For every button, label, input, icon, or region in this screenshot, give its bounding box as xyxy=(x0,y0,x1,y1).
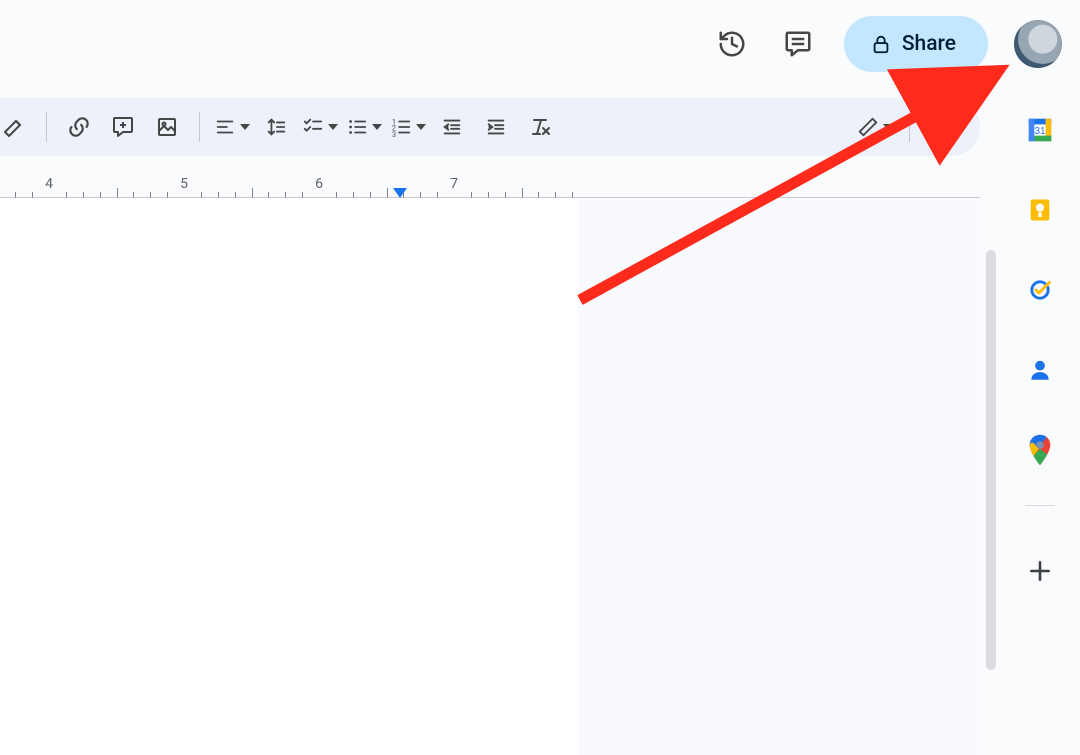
toolbar-separator xyxy=(46,112,47,142)
increase-indent-button[interactable] xyxy=(476,107,516,147)
align-left-icon xyxy=(214,116,236,138)
horizontal-ruler[interactable]: 4 5 6 7 xyxy=(0,168,980,198)
link-icon xyxy=(66,114,92,140)
line-spacing-icon xyxy=(265,116,287,138)
document-page[interactable] xyxy=(0,198,577,755)
checklist-menu[interactable] xyxy=(300,107,340,147)
chevron-down-icon xyxy=(416,124,426,130)
maps-app-button[interactable] xyxy=(1025,435,1055,465)
editing-mode-menu[interactable] xyxy=(855,107,895,147)
add-comment-icon xyxy=(111,115,135,139)
numbered-list-menu[interactable]: 123 xyxy=(388,107,428,147)
share-button[interactable]: Share xyxy=(844,16,988,72)
side-panel-separator xyxy=(1025,505,1055,506)
get-addons-button[interactable] xyxy=(1025,556,1055,586)
contacts-app-button[interactable] xyxy=(1025,355,1055,385)
ruler-indent-marker[interactable] xyxy=(393,188,407,198)
collapse-toolbar-button[interactable] xyxy=(924,107,964,147)
image-icon xyxy=(155,115,179,139)
history-icon xyxy=(717,29,747,59)
lock-icon xyxy=(870,33,892,55)
chevron-down-icon xyxy=(372,124,382,130)
keep-icon xyxy=(1026,196,1054,224)
ruler-number: 6 xyxy=(315,176,323,192)
svg-text:31: 31 xyxy=(1034,126,1046,137)
line-spacing-menu[interactable] xyxy=(256,107,296,147)
maps-pin-icon xyxy=(1027,433,1053,467)
indent-increase-icon xyxy=(485,116,507,138)
side-panel: 31 xyxy=(1000,100,1080,755)
chevron-down-icon xyxy=(240,124,250,130)
decrease-indent-button[interactable] xyxy=(432,107,472,147)
numbered-list-icon: 123 xyxy=(390,116,412,138)
chevron-up-icon xyxy=(933,116,955,138)
tasks-app-button[interactable] xyxy=(1025,275,1055,305)
add-comment-button[interactable] xyxy=(103,107,143,147)
tasks-icon xyxy=(1026,276,1054,304)
contacts-icon xyxy=(1027,357,1053,383)
side-panel-scrollbar[interactable] xyxy=(986,250,996,670)
svg-text:3: 3 xyxy=(392,130,396,138)
checklist-icon xyxy=(302,116,324,138)
chevron-down-icon xyxy=(328,124,338,130)
version-history-button[interactable] xyxy=(712,24,752,64)
ruler-number: 5 xyxy=(180,176,188,192)
calendar-app-button[interactable]: 31 xyxy=(1025,115,1055,145)
keep-app-button[interactable] xyxy=(1025,195,1055,225)
ruler-number: 7 xyxy=(450,176,458,192)
toolbar-separator xyxy=(909,112,910,142)
indent-decrease-icon xyxy=(441,116,463,138)
ruler-number: 4 xyxy=(45,176,53,192)
canvas-background xyxy=(577,198,980,755)
clear-formatting-button[interactable] xyxy=(520,107,560,147)
plus-icon xyxy=(1027,558,1053,584)
highlight-button[interactable] xyxy=(0,107,34,147)
share-label: Share xyxy=(902,32,956,56)
calendar-icon: 31 xyxy=(1025,115,1055,145)
clear-format-icon xyxy=(528,115,552,139)
highlighter-icon xyxy=(2,115,26,139)
toolbar-separator xyxy=(199,112,200,142)
insert-image-button[interactable] xyxy=(147,107,187,147)
toolbar: 123 xyxy=(0,98,980,156)
app-header: Share xyxy=(0,0,1080,88)
bullet-list-icon xyxy=(346,116,368,138)
align-menu[interactable] xyxy=(212,107,252,147)
account-avatar[interactable] xyxy=(1014,20,1062,68)
open-comments-button[interactable] xyxy=(778,24,818,64)
insert-link-button[interactable] xyxy=(59,107,99,147)
pencil-icon xyxy=(857,116,879,138)
chevron-down-icon xyxy=(883,124,893,130)
bullet-list-menu[interactable] xyxy=(344,107,384,147)
comment-icon xyxy=(783,29,813,59)
